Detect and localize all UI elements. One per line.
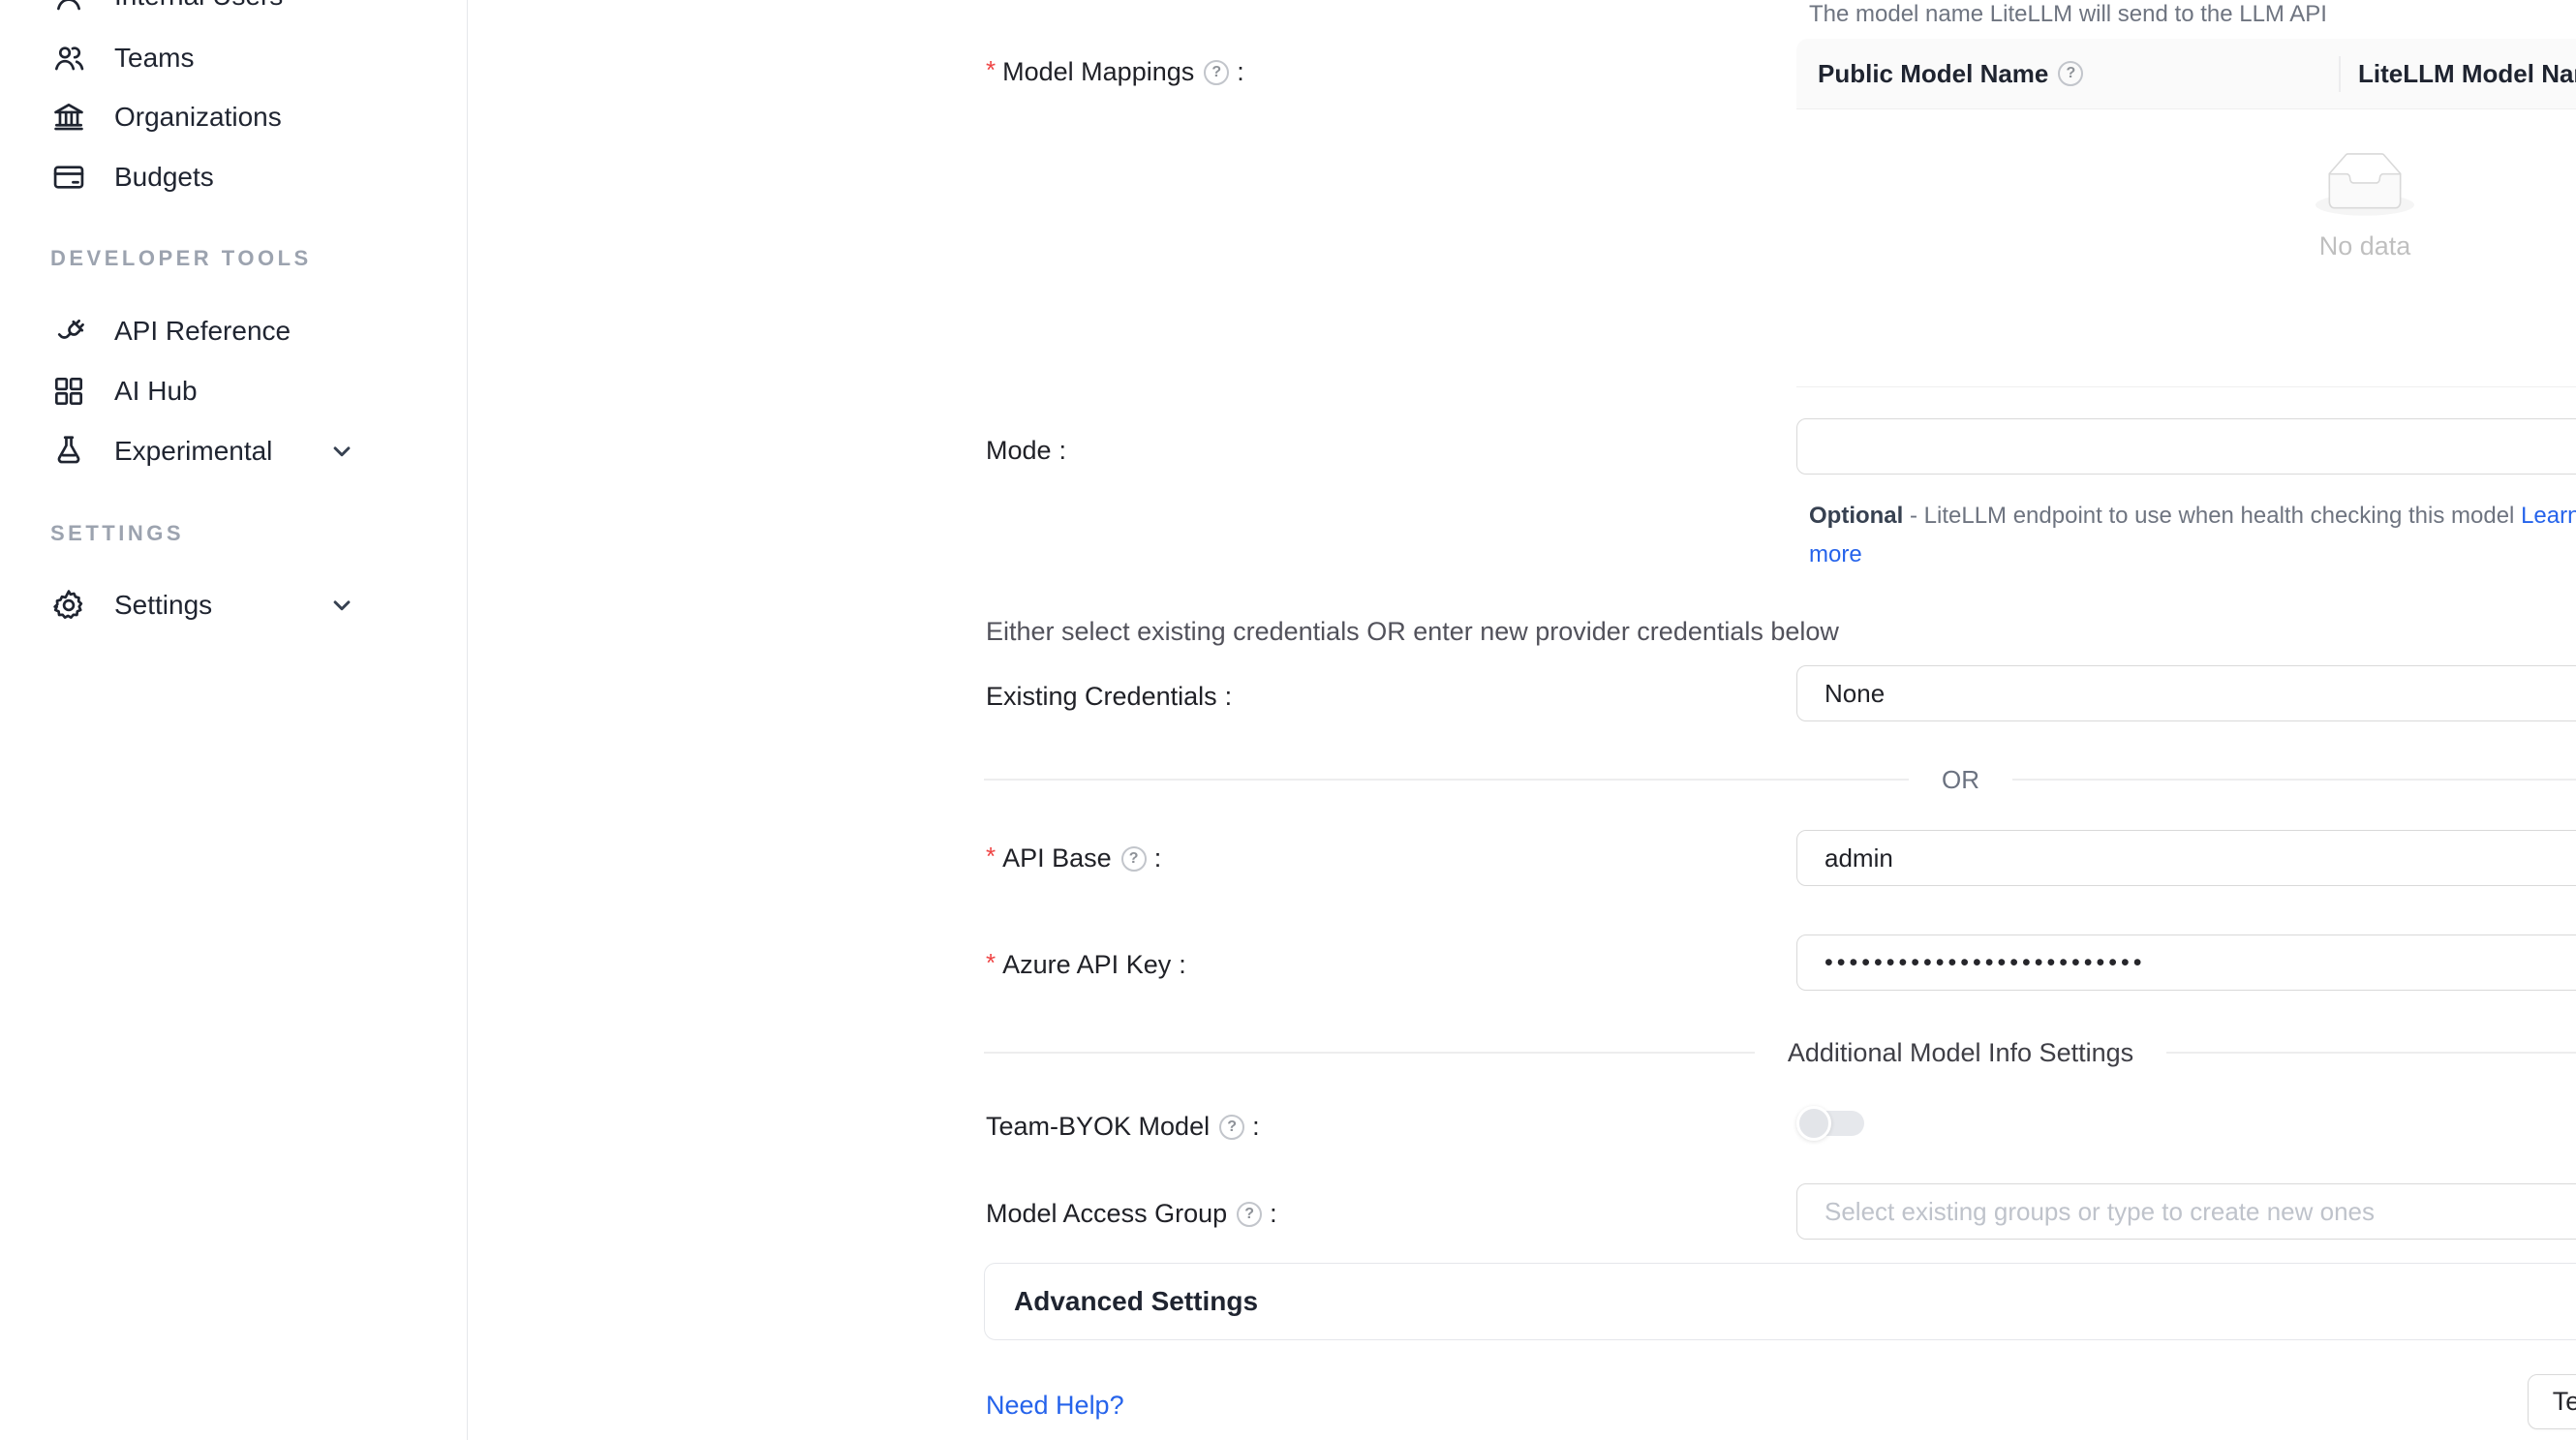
team-byok-toggle[interactable] [1796, 1106, 1864, 1141]
sidebar-item-label: Organizations [114, 102, 282, 133]
mode-select[interactable] [1796, 418, 2576, 475]
help-icon[interactable]: ? [1121, 846, 1147, 872]
sidebar-item-budgets[interactable]: Budgets [50, 156, 447, 199]
column-divider [2339, 56, 2341, 92]
api-base-field [1796, 830, 2576, 886]
sidebar-item-label: API Reference [114, 316, 291, 347]
sidebar-section-developer-tools: DEVELOPER TOOLS [50, 244, 312, 273]
users-icon [50, 40, 87, 77]
sidebar-item-label: Settings [114, 590, 212, 621]
advanced-settings-title: Advanced Settings [1014, 1286, 1258, 1317]
toggle-knob [1796, 1106, 1831, 1141]
sidebar-item-label: Internal Users [114, 0, 283, 12]
need-help-link[interactable]: Need Help? [986, 1391, 1124, 1421]
user-icon [50, 0, 87, 15]
or-text: OR [1942, 765, 1979, 795]
additional-settings-text: Additional Model Info Settings [1788, 1038, 2133, 1068]
plug-icon [50, 313, 87, 350]
flask-icon [50, 433, 87, 470]
help-icon[interactable]: ? [1237, 1202, 1262, 1227]
api-base-label: * API Base ? : [986, 843, 1161, 873]
add-model-form: The model name LiteLLM will send to the … [468, 0, 2576, 1440]
public-name-help-text: The model name LiteLLM will send to the … [1809, 1, 2327, 28]
azure-api-key-input[interactable] [1825, 949, 2576, 977]
sidebar: Internal Users Teams Organizations Budge… [0, 0, 468, 1440]
table-header-row: Public Model Name ? LiteLLM Model Name ? [1796, 39, 2576, 109]
bank-icon [50, 99, 87, 136]
sidebar-item-label: Experimental [114, 436, 272, 467]
model-access-group-label: Model Access Group ? : [986, 1199, 1277, 1229]
chevron-down-icon [327, 591, 356, 620]
empty-inbox-icon [1796, 152, 2576, 216]
model-mappings-label: * Model Mappings ? : [986, 57, 1244, 87]
sidebar-item-internal-users[interactable]: Internal Users [50, 0, 447, 17]
or-divider: OR [984, 764, 2576, 795]
model-access-group-select[interactable]: Select existing groups or type to create… [1796, 1183, 2576, 1240]
required-mark: * [986, 55, 996, 85]
table-empty-body: No data [1796, 109, 2576, 387]
chevron-down-icon [327, 437, 356, 466]
help-icon[interactable]: ? [1204, 60, 1229, 85]
test-connect-button[interactable]: Test Connect [2528, 1374, 2576, 1429]
help-icon[interactable]: ? [1219, 1115, 1244, 1140]
additional-settings-divider: Additional Model Info Settings [984, 1037, 2576, 1068]
model-access-group-placeholder: Select existing groups or type to create… [1825, 1197, 2375, 1227]
existing-credentials-label: Existing Credentials : [986, 682, 1232, 712]
sidebar-item-label: Budgets [114, 162, 214, 193]
sidebar-item-api-reference[interactable]: API Reference [50, 310, 447, 352]
sidebar-section-settings: SETTINGS [50, 519, 184, 548]
api-base-input[interactable] [1825, 843, 2576, 873]
sidebar-item-label: AI Hub [114, 376, 198, 407]
required-mark: * [986, 948, 996, 978]
column-header-public-model-name: Public Model Name ? [1796, 59, 2339, 89]
required-mark: * [986, 842, 996, 872]
sidebar-item-teams[interactable]: Teams [50, 37, 447, 79]
sidebar-item-settings[interactable]: Settings [50, 584, 447, 627]
sidebar-item-organizations[interactable]: Organizations [50, 96, 447, 138]
gear-icon [50, 587, 87, 624]
mode-label: Mode : [986, 436, 1066, 466]
sidebar-item-experimental[interactable]: Experimental [50, 430, 447, 473]
team-byok-label: Team-BYOK Model ? : [986, 1112, 1260, 1142]
credit-card-icon [50, 159, 87, 196]
existing-credentials-select[interactable]: None [1796, 665, 2576, 721]
model-mappings-table: Public Model Name ? LiteLLM Model Name ?… [1796, 39, 2576, 387]
mode-help-text: Optional - LiteLLM endpoint to use when … [1809, 497, 2576, 574]
existing-credentials-value: None [1825, 679, 1885, 709]
help-icon[interactable]: ? [2058, 61, 2083, 86]
column-header-litellm-model-name: LiteLLM Model Name ? [2339, 59, 2576, 89]
grid-icon [50, 373, 87, 410]
azure-api-key-field [1796, 934, 2576, 991]
no-data-text: No data [1796, 231, 2576, 261]
sidebar-item-ai-hub[interactable]: AI Hub [50, 370, 447, 413]
credentials-note: Either select existing credentials OR en… [986, 617, 1839, 647]
sidebar-item-label: Teams [114, 43, 194, 74]
azure-api-key-label: * Azure API Key : [986, 950, 1186, 980]
advanced-settings-accordion[interactable]: Advanced Settings [984, 1263, 2576, 1340]
